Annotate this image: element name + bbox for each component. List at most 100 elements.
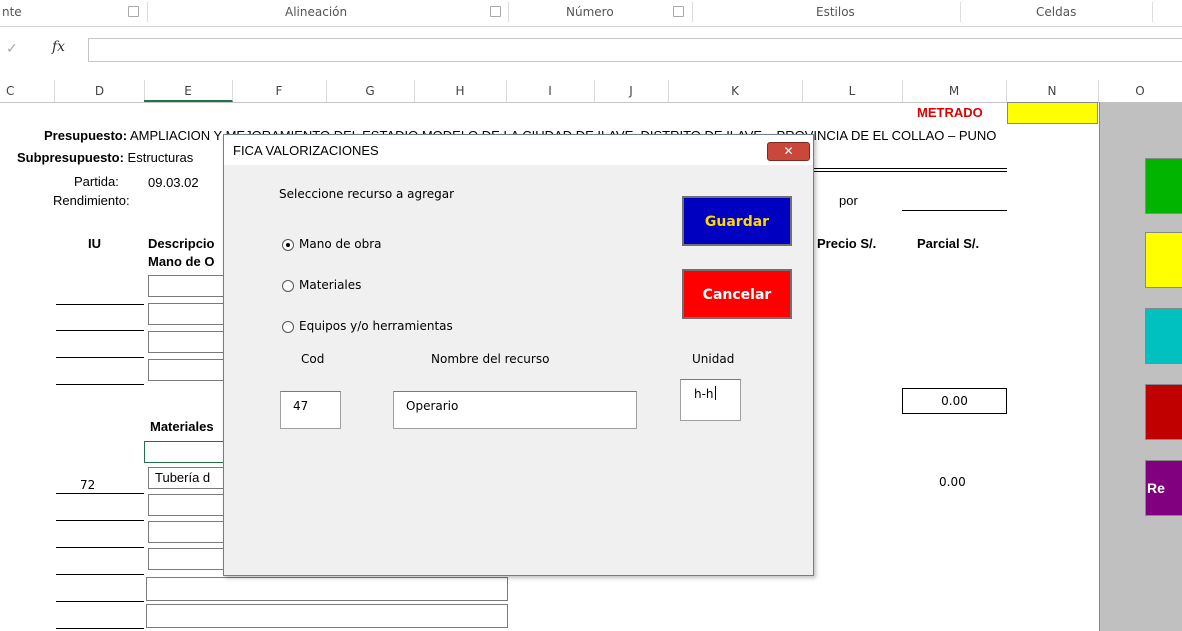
option-label: Mano de obra [299, 237, 382, 251]
ribbon-group-estilos: Estilos [816, 5, 855, 19]
column-headers: C D E F G H I J K L M N O [0, 80, 1182, 103]
cod-input[interactable]: 47 [280, 391, 341, 429]
column-header-d[interactable]: D [55, 80, 145, 102]
group-divider [960, 2, 961, 22]
ribbon-group-alineacion: Alineación [285, 5, 348, 19]
rendimiento-label: Rendimiento: [53, 193, 130, 208]
divider-line [812, 171, 1007, 172]
select-prompt: Seleccione recurso a agregar [279, 187, 455, 201]
parcial-header: Parcial S/. [917, 236, 980, 251]
dialog-title: FICA VALORIZACIONES [233, 143, 379, 158]
divider-line [812, 168, 1007, 169]
material-cell[interactable] [146, 604, 508, 628]
materiales-total: 0.00 [939, 475, 966, 489]
column-header-f[interactable]: F [232, 80, 327, 102]
panel-button-cyan[interactable] [1145, 308, 1182, 364]
material-cell[interactable] [148, 494, 228, 516]
radio-icon[interactable] [282, 321, 294, 333]
iu-header: IU [88, 236, 101, 251]
column-header-g[interactable]: G [326, 80, 415, 102]
column-header-o[interactable]: O [1098, 80, 1182, 102]
column-header-e[interactable]: E [144, 80, 233, 102]
close-icon[interactable]: ✕ [767, 142, 810, 161]
precio-header: Precio S/. [817, 236, 877, 251]
row-line [56, 574, 144, 575]
material-row-desc[interactable]: Tubería d [148, 467, 228, 489]
column-header-m[interactable]: M [902, 80, 1007, 102]
column-header-k[interactable]: K [668, 80, 803, 102]
mano-obra-cell[interactable] [148, 275, 228, 297]
ribbon-group-fuente: nte [2, 5, 22, 19]
material-cell[interactable] [148, 521, 228, 543]
material-row-iu: 72 [80, 478, 96, 492]
row-line [56, 601, 144, 602]
nombre-label: Nombre del recurso [431, 352, 550, 366]
formula-bar: ✓ fx [0, 34, 1182, 64]
mano-obra-cell[interactable] [148, 331, 228, 353]
group-divider [147, 2, 148, 22]
column-header-l[interactable]: L [802, 80, 903, 102]
mano-obra-cell[interactable] [148, 303, 228, 325]
macro-button-panel: Re [1099, 102, 1182, 631]
row-line [56, 520, 144, 521]
column-header-c[interactable]: C [0, 80, 55, 102]
row-line [56, 357, 144, 358]
option-label: Materiales [299, 278, 362, 292]
panel-button-yellow[interactable] [1145, 232, 1182, 288]
partida-label: Partida: [74, 174, 119, 189]
selected-cell[interactable] [144, 441, 228, 463]
cod-label: Cod [301, 352, 325, 366]
material-cell[interactable] [146, 577, 508, 601]
mano-obra-total[interactable]: 0.00 [902, 388, 1007, 414]
row-line [56, 384, 144, 385]
metrado-label: METRADO [917, 105, 983, 120]
unidad-input[interactable]: h-h [680, 379, 741, 421]
column-header-i[interactable]: I [506, 80, 595, 102]
subpresupuesto-value: Estructuras [127, 150, 194, 165]
check-icon[interactable]: ✓ [6, 40, 18, 57]
column-header-h[interactable]: H [414, 80, 507, 102]
cancel-button[interactable]: Cancelar [682, 269, 792, 319]
radio-icon[interactable] [282, 280, 294, 292]
dialog-title-bar[interactable]: FICA VALORIZACIONES ✕ [224, 135, 813, 165]
dialog-launcher-icon[interactable] [490, 6, 501, 17]
mano-obra-header: Mano de O [148, 254, 215, 269]
row-line [56, 304, 144, 305]
descripcion-header: Descripcio [148, 236, 215, 251]
subpresupuesto-row: Subpresupuesto: Estructuras [17, 150, 193, 165]
presupuesto-label: Presupuesto: [44, 128, 128, 143]
function-icon[interactable]: fx [52, 39, 65, 55]
formula-input[interactable] [88, 38, 1182, 62]
radio-icon[interactable] [282, 239, 294, 251]
por-label: por [839, 193, 858, 208]
underline [902, 210, 1007, 211]
panel-button-purple[interactable]: Re [1145, 460, 1182, 516]
dialog-launcher-icon[interactable] [128, 6, 139, 17]
metrado-cell[interactable] [1007, 102, 1098, 124]
ribbon-group-celdas: Celdas [1036, 5, 1077, 19]
panel-button-green[interactable] [1145, 158, 1182, 214]
mano-obra-cell[interactable] [148, 359, 228, 381]
row-line [56, 628, 144, 629]
group-divider [692, 2, 693, 22]
subpresupuesto-label: Subpresupuesto: [17, 150, 124, 165]
nombre-input[interactable]: Operario [393, 391, 637, 429]
column-header-n[interactable]: N [1006, 80, 1099, 102]
partida-value: 09.03.02 [148, 175, 199, 190]
row-line [56, 493, 144, 494]
text-cursor [714, 386, 716, 400]
valorizaciones-dialog: FICA VALORIZACIONES ✕ Seleccione recurso… [223, 134, 814, 576]
material-cell[interactable] [148, 548, 228, 570]
unidad-label: Unidad [692, 352, 735, 366]
group-divider [508, 2, 509, 22]
group-divider [1152, 2, 1153, 22]
materiales-header: Materiales [150, 419, 214, 434]
column-header-j[interactable]: J [594, 80, 669, 102]
option-label: Equipos y/o herramientas [299, 319, 453, 333]
save-button[interactable]: Guardar [682, 196, 792, 246]
unidad-value: h-h [694, 387, 714, 401]
dialog-launcher-icon[interactable] [673, 6, 684, 17]
ribbon-group-labels: nte Alineación Número Estilos Celdas [0, 0, 1182, 27]
ribbon-group-numero: Número [566, 5, 614, 19]
panel-button-red[interactable] [1145, 384, 1182, 440]
